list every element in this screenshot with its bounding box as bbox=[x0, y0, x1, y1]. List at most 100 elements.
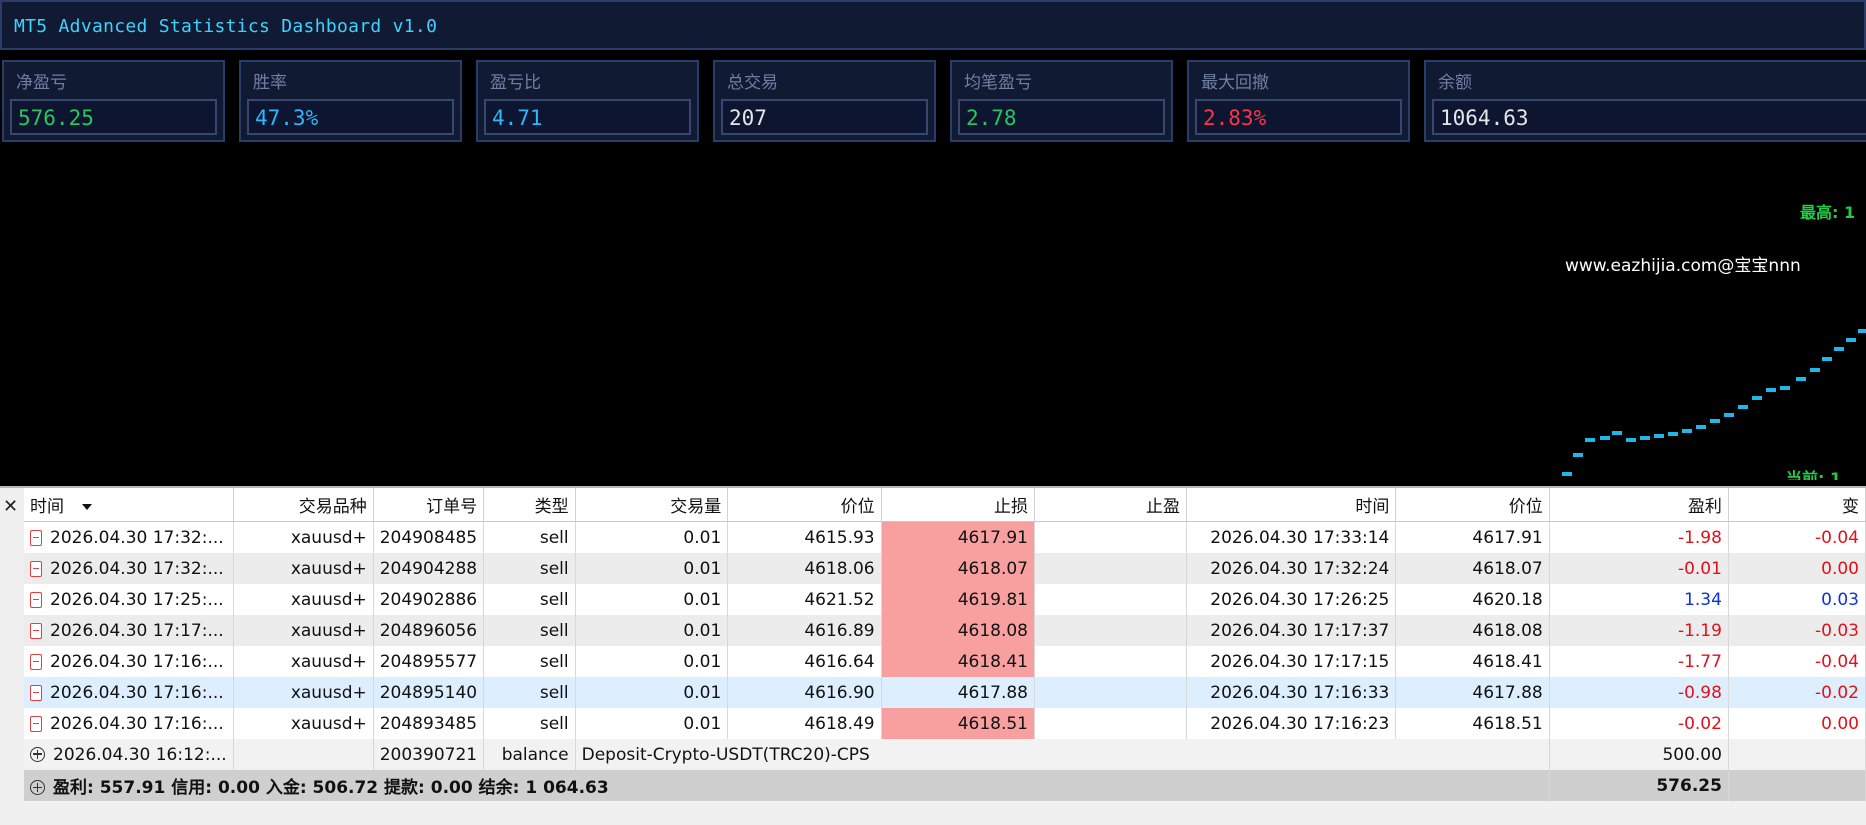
stat-card-label: 最大回撤 bbox=[1201, 73, 1269, 93]
table-header-row: 时间 交易品种 订单号 类型 交易量 价位 止损 止盈 时间 价位 盈利 变 bbox=[24, 488, 1866, 522]
equity-step bbox=[1780, 386, 1790, 390]
cell-order: 204908485 bbox=[373, 521, 485, 553]
col-header-order[interactable]: 订单号 bbox=[373, 488, 485, 522]
cell-type: sell bbox=[483, 615, 576, 646]
stat-card-value-box: 1064.63 bbox=[1432, 99, 1866, 135]
cell-change bbox=[1728, 739, 1866, 770]
col-header-time[interactable]: 时间 bbox=[24, 488, 234, 522]
stat-card-label: 胜率 bbox=[253, 73, 287, 93]
stat-card-label: 均笔盈亏 bbox=[964, 73, 1032, 93]
equity-chart-svg: 最高: 1 www.eazhijia.com@宝宝nnn 当前: 1 bbox=[790, 49, 1866, 488]
cell-symbol: xauusd+ bbox=[233, 553, 374, 584]
cell-price: 4616.89 bbox=[727, 615, 882, 646]
cell-volume: 0.01 bbox=[575, 708, 729, 739]
cell-profit: 1.34 bbox=[1549, 584, 1729, 615]
cell-type: sell bbox=[483, 677, 576, 708]
cell-close-price: 4620.18 bbox=[1395, 584, 1550, 615]
expand-plus-icon[interactable] bbox=[30, 780, 45, 795]
equity-step bbox=[1600, 436, 1610, 440]
table-row[interactable]: 2026.04.30 17:17:... xauusd+ 204896056 sell… bbox=[24, 615, 1866, 646]
cell-change: -0.03 bbox=[1728, 615, 1866, 646]
cell-tp bbox=[1034, 615, 1188, 646]
equity-chart: 最高: 1 www.eazhijia.com@宝宝nnn 当前: 1 bbox=[0, 49, 1866, 488]
stat-card-4: 均笔盈亏 2.78 bbox=[950, 60, 1173, 142]
dashboard-title-bar: MT5 Advanced Statistics Dashboard v1.0 bbox=[0, 0, 1866, 50]
cell-time: 2026.04.30 17:25:... bbox=[24, 584, 234, 615]
cell-order: 200390721 bbox=[373, 739, 485, 770]
balance-row[interactable]: 2026.04.30 16:12:... 200390721 balance Depo… bbox=[24, 739, 1866, 770]
col-header-sl[interactable]: 止损 bbox=[881, 488, 1036, 522]
table-row[interactable]: 2026.04.30 17:16:... xauusd+ 204893485 sell… bbox=[24, 708, 1866, 739]
summary-text: 盈利: 557.91 信用: 0.00 入金: 506.72 提款: 0.00 … bbox=[24, 770, 1550, 801]
col-header-profit[interactable]: 盈利 bbox=[1549, 488, 1729, 522]
equity-step bbox=[1562, 472, 1572, 476]
stat-card-value: 1064.63 bbox=[1440, 106, 1529, 130]
equity-step bbox=[1796, 377, 1806, 381]
cell-close-price: 4617.88 bbox=[1395, 677, 1550, 708]
table-row[interactable]: 2026.04.30 17:32:... xauusd+ 204904288 sell… bbox=[24, 553, 1866, 584]
stat-card-1: 胜率 47.3% bbox=[239, 60, 462, 142]
col-header-symbol[interactable]: 交易品种 bbox=[233, 488, 374, 522]
cell-profit: -1.98 bbox=[1549, 521, 1729, 553]
cell-profit: -0.02 bbox=[1549, 708, 1729, 739]
col-header-tp[interactable]: 止盈 bbox=[1034, 488, 1188, 522]
deal-document-icon bbox=[30, 715, 42, 732]
cell-symbol: xauusd+ bbox=[233, 521, 374, 553]
sort-desc-icon[interactable] bbox=[82, 504, 92, 510]
cell-change: -0.04 bbox=[1728, 646, 1866, 677]
col-header-price[interactable]: 价位 bbox=[727, 488, 882, 522]
stat-card-0: 净盈亏 576.25 bbox=[2, 60, 225, 142]
cell-comment: Deposit-Crypto-USDT(TRC20)-CPS bbox=[575, 739, 1550, 770]
cell-symbol bbox=[233, 739, 374, 770]
cell-close-time: 2026.04.30 17:33:14 bbox=[1186, 521, 1397, 553]
col-header-close-time[interactable]: 时间 bbox=[1186, 488, 1397, 522]
cell-close-price: 4618.08 bbox=[1395, 615, 1550, 646]
summary-profit: 576.25 bbox=[1549, 770, 1729, 801]
stat-card-label: 盈亏比 bbox=[490, 73, 541, 93]
col-header-change[interactable]: 变 bbox=[1728, 488, 1866, 522]
cell-time: 2026.04.30 17:16:... bbox=[24, 646, 234, 677]
cell-profit: 500.00 bbox=[1549, 739, 1729, 770]
table-row[interactable]: 2026.04.30 17:32:... xauusd+ 204908485 sell… bbox=[24, 521, 1866, 553]
equity-step bbox=[1834, 347, 1844, 351]
equity-step bbox=[1752, 396, 1762, 400]
col-header-close-price[interactable]: 价位 bbox=[1395, 488, 1550, 522]
table-row[interactable]: 2026.04.30 17:16:... xauusd+ 204895577 sell… bbox=[24, 646, 1866, 677]
close-icon[interactable]: ✕ bbox=[3, 496, 18, 517]
cell-type: sell bbox=[483, 708, 576, 739]
cell-type: sell bbox=[483, 584, 576, 615]
cell-type: sell bbox=[483, 521, 576, 553]
equity-step bbox=[1654, 434, 1664, 438]
cell-price: 4618.49 bbox=[727, 708, 882, 739]
stat-card-value-box: 47.3% bbox=[247, 99, 454, 135]
stat-card-2: 盈亏比 4.71 bbox=[476, 60, 699, 142]
cell-close-time: 2026.04.30 17:17:37 bbox=[1186, 615, 1397, 646]
col-header-type[interactable]: 类型 bbox=[483, 488, 576, 522]
table-row[interactable]: 2026.04.30 17:16:... xauusd+ 204895140 sell… bbox=[24, 677, 1866, 708]
stat-card-6: 余额 1064.63 bbox=[1424, 60, 1866, 142]
col-header-volume[interactable]: 交易量 bbox=[575, 488, 729, 522]
cell-volume: 0.01 bbox=[575, 553, 729, 584]
cell-volume: 0.01 bbox=[575, 646, 729, 677]
cell-close-price: 4618.07 bbox=[1395, 553, 1550, 584]
deal-document-icon bbox=[30, 684, 42, 701]
equity-step bbox=[1846, 338, 1856, 342]
expand-plus-icon[interactable] bbox=[30, 746, 45, 762]
stat-card-value: 207 bbox=[729, 106, 767, 130]
cell-close-time: 2026.04.30 17:16:33 bbox=[1186, 677, 1397, 708]
cell-time: 2026.04.30 17:16:... bbox=[24, 708, 234, 739]
cell-profit: -1.19 bbox=[1549, 615, 1729, 646]
equity-step bbox=[1724, 413, 1734, 417]
equity-step bbox=[1810, 368, 1820, 372]
equity-step bbox=[1766, 388, 1776, 392]
chart-watermark: www.eazhijia.com@宝宝nnn bbox=[1565, 256, 1801, 276]
summary-row[interactable]: 盈利: 557.91 信用: 0.00 入金: 506.72 提款: 0.00 … bbox=[24, 770, 1866, 801]
chart-max-label: 最高: 1 bbox=[1800, 203, 1855, 222]
cell-price: 4616.90 bbox=[727, 677, 882, 708]
stat-card-value: 47.3% bbox=[255, 106, 319, 130]
table-row[interactable]: 2026.04.30 17:25:... xauusd+ 204902886 sell… bbox=[24, 584, 1866, 615]
stat-card-value-box: 576.25 bbox=[10, 99, 217, 135]
equity-step bbox=[1696, 425, 1706, 429]
stat-card-label: 余额 bbox=[1438, 73, 1472, 93]
cell-volume: 0.01 bbox=[575, 521, 729, 553]
